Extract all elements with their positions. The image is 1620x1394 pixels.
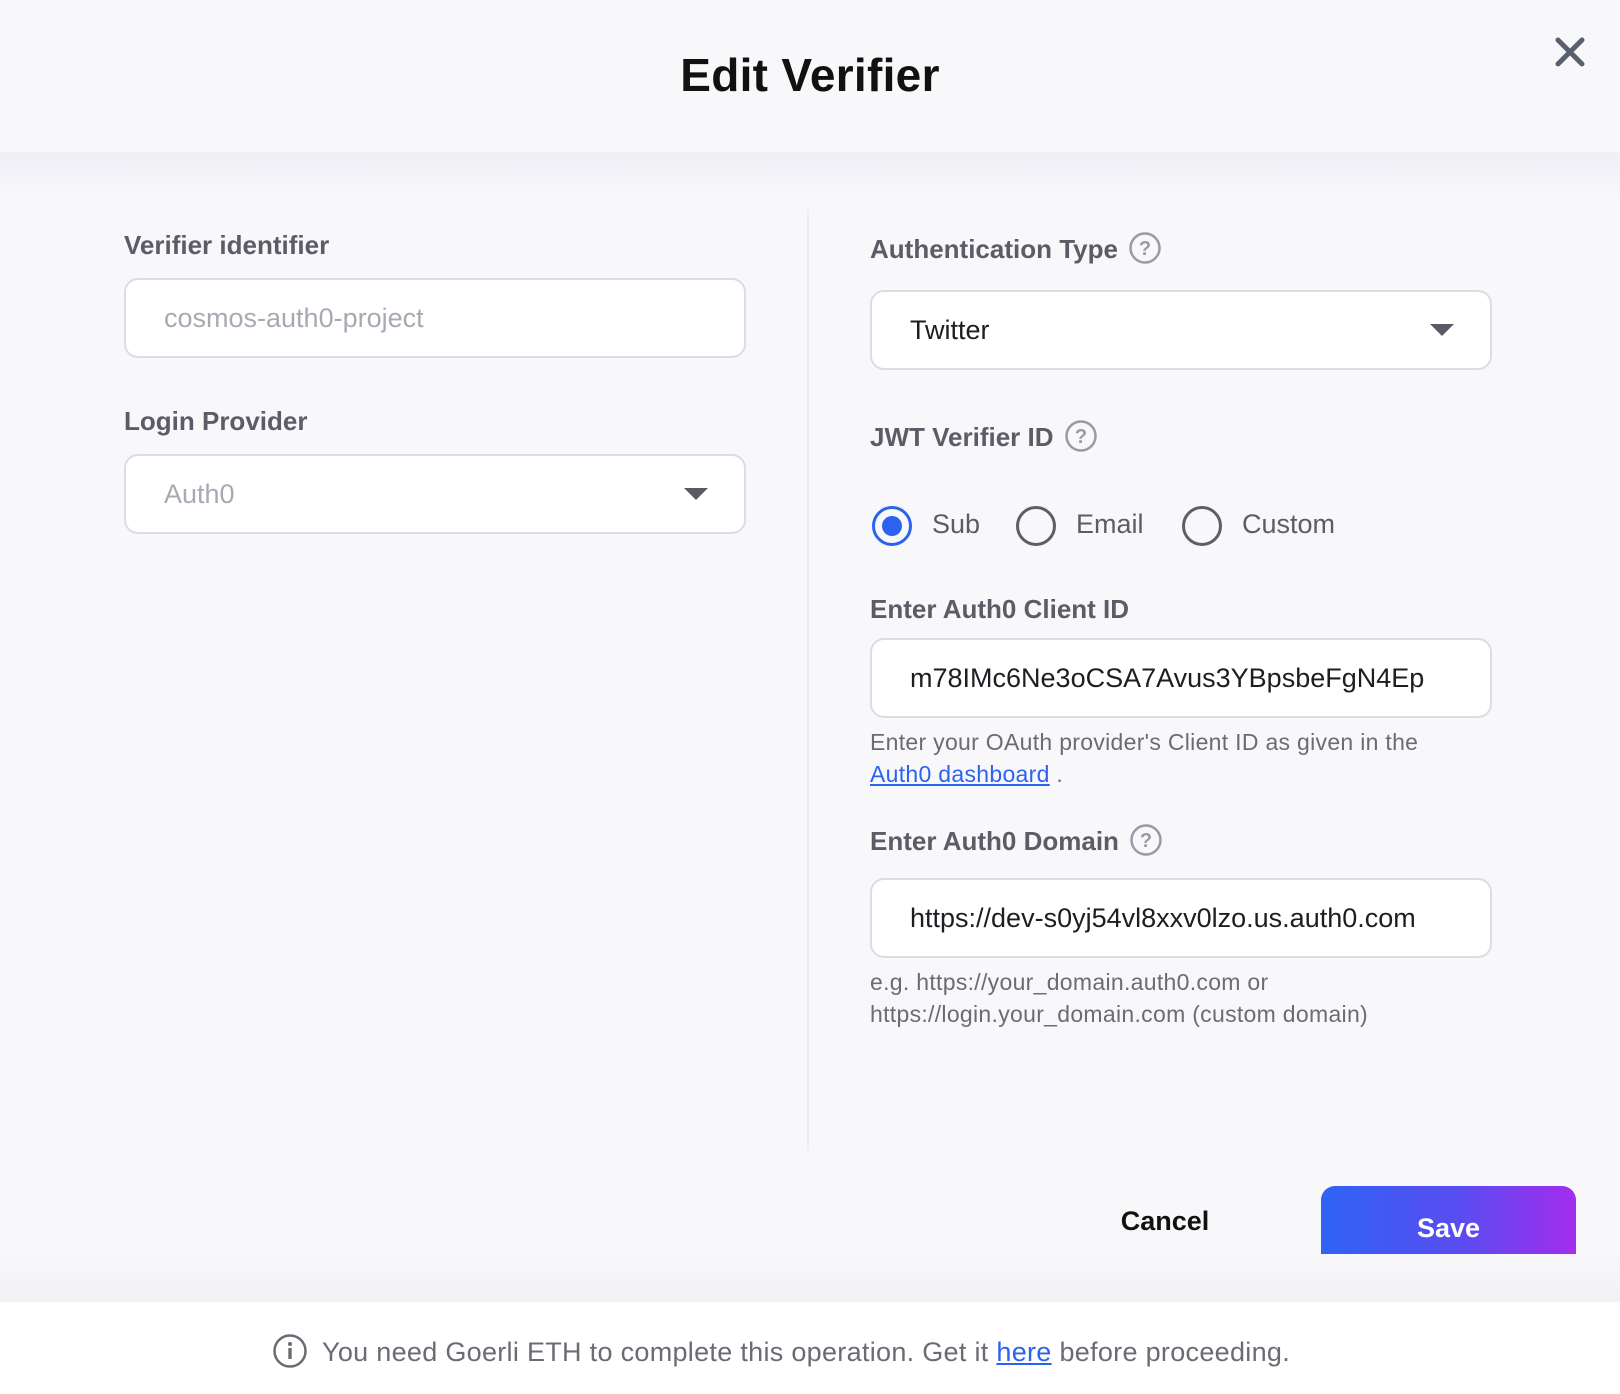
footer-notice: You need Goerli ETH to complete this ope… (272, 1334, 1290, 1376)
verifier-identifier-label: Verifier identifier (124, 230, 330, 260)
login-provider-value: Auth0 (164, 479, 235, 509)
domain-hint: e.g. https://your_domain.auth0.com or ht… (870, 966, 1510, 1030)
header-divider (0, 152, 1620, 198)
radio-label: Email (1076, 509, 1144, 539)
svg-text:?: ? (1139, 238, 1151, 260)
help-icon[interactable]: ? (1128, 231, 1162, 265)
chevron-down-icon (1430, 324, 1454, 336)
jwt-verifier-id-label-text: JWT Verifier ID (870, 422, 1054, 452)
radio-unchecked-icon (1016, 506, 1056, 546)
authentication-type-label-text: Authentication Type (870, 234, 1118, 264)
client-id-label: Enter Auth0 Client ID (870, 594, 1130, 624)
jwt-verifier-id-label: JWT Verifier ID ? (870, 419, 1098, 456)
info-icon (273, 1334, 307, 1368)
help-icon[interactable]: ? (1064, 419, 1098, 453)
domain-label-text: Enter Auth0 Domain (870, 826, 1119, 856)
authentication-type-value: Twitter (910, 315, 990, 345)
radio-label: Sub (932, 509, 981, 539)
radio-label: Custom (1242, 509, 1336, 539)
domain-label: Enter Auth0 Domain ? (870, 823, 1163, 860)
domain-hint-line1: e.g. https://your_domain.auth0.com or (870, 969, 1269, 995)
domain-hint-line2: https://login.your_domain.com (custom do… (870, 1001, 1368, 1027)
footer-text-before: You need Goerli ETH to complete this ope… (322, 1337, 989, 1368)
login-provider-label: Login Provider (124, 406, 308, 436)
login-provider-select[interactable]: Auth0 (124, 454, 746, 534)
client-id-hint-suffix: . (1056, 761, 1064, 787)
svg-text:?: ? (1140, 830, 1152, 852)
client-id-hint: Enter your OAuth provider's Client ID as… (870, 726, 1510, 790)
auth0-dashboard-link[interactable]: Auth0 dashboard (870, 761, 1050, 787)
footer-divider (0, 1254, 1620, 1302)
authentication-type-label: Authentication Type ? (870, 231, 1162, 268)
chevron-down-icon (684, 488, 708, 500)
footer-text-after: before proceeding. (1059, 1337, 1290, 1368)
close-icon (1555, 37, 1585, 67)
verifier-identifier-input[interactable]: cosmos-auth0-project (124, 278, 746, 358)
authentication-type-select[interactable]: Twitter (870, 290, 1492, 370)
close-button[interactable] (1552, 34, 1588, 70)
modal-title: Edit Verifier (680, 49, 940, 101)
svg-text:?: ? (1074, 426, 1086, 448)
radio-checked-icon (872, 506, 912, 546)
column-divider (807, 210, 809, 1150)
goerli-eth-link[interactable]: here (996, 1337, 1051, 1367)
domain-input[interactable]: https://dev-s0yj54vl8xxv0lzo.us.auth0.co… (870, 878, 1492, 958)
client-id-hint-text: Enter your OAuth provider's Client ID as… (870, 729, 1419, 755)
client-id-input[interactable]: m78IMc6Ne3oCSA7Avus3YBpsbeFgN4Ep (870, 638, 1492, 718)
help-icon[interactable]: ? (1129, 823, 1163, 857)
cancel-button[interactable]: Cancel (1090, 1186, 1240, 1256)
radio-unchecked-icon (1182, 506, 1222, 546)
